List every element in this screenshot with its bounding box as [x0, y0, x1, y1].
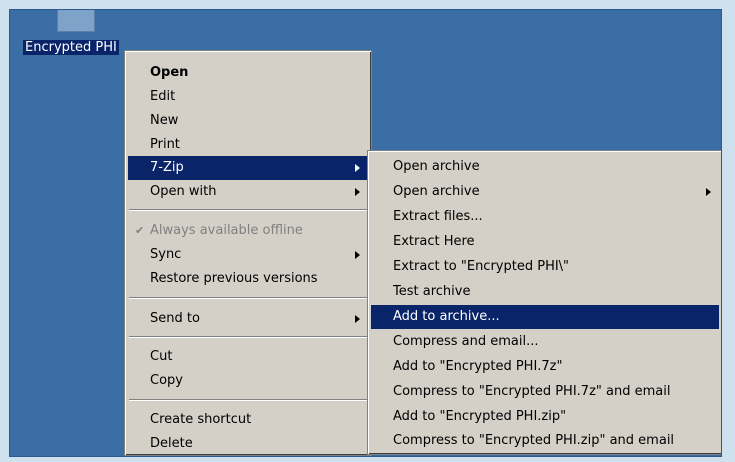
checkmark-icon: ✔: [135, 224, 145, 237]
submenu-arrow-icon: [355, 251, 360, 259]
menu-item-send-to[interactable]: Send to: [128, 307, 368, 331]
submenu-arrow-icon: [355, 315, 360, 323]
menu-item-7zip[interactable]: 7-Zip: [128, 156, 368, 180]
submenu-item-add-to-archive[interactable]: Add to archive...: [371, 305, 719, 329]
folder-icon[interactable]: [57, 10, 95, 32]
7zip-submenu: Open archive Open archive Extract files.…: [367, 150, 721, 455]
context-menu: Open Edit New Print 7-Zip Open with ✔ Alw…: [124, 50, 372, 456]
menu-item-edit[interactable]: Edit: [128, 85, 368, 109]
menu-separator: [129, 336, 367, 338]
submenu-item-extract-here[interactable]: Extract Here: [371, 230, 719, 254]
menu-item-new[interactable]: New: [128, 109, 368, 133]
submenu-item-open-archive-more[interactable]: Open archive: [371, 180, 719, 204]
submenu-item-extract-to[interactable]: Extract to "Encrypted PHI\": [371, 255, 719, 279]
menu-item-copy[interactable]: Copy: [128, 369, 368, 393]
screenshot-frame: Encrypted PHI Open Edit New Print 7-Zip …: [0, 0, 735, 462]
desktop: Encrypted PHI Open Edit New Print 7-Zip …: [9, 9, 722, 457]
menu-item-cut[interactable]: Cut: [128, 345, 368, 369]
desktop-icon-label[interactable]: Encrypted PHI: [23, 40, 119, 55]
menu-separator: [129, 209, 367, 211]
menu-item-delete[interactable]: Delete: [128, 432, 368, 456]
menu-separator: [129, 399, 367, 401]
menu-item-create-shortcut[interactable]: Create shortcut: [128, 408, 368, 432]
menu-item-offline: ✔ Always available offline: [128, 219, 368, 243]
submenu-item-test-archive[interactable]: Test archive: [371, 280, 719, 304]
submenu-item-compress-and-email[interactable]: Compress and email...: [371, 330, 719, 354]
submenu-item-extract-files[interactable]: Extract files...: [371, 205, 719, 229]
menu-item-open[interactable]: Open: [128, 61, 368, 85]
submenu-arrow-icon: [706, 188, 711, 196]
menu-separator: [129, 297, 367, 299]
submenu-item-compress-zip-email[interactable]: Compress to "Encrypted PHI.zip" and emai…: [371, 429, 719, 453]
submenu-arrow-icon: [355, 164, 360, 172]
menu-item-restore-previous-versions[interactable]: Restore previous versions: [128, 267, 368, 291]
submenu-item-add-to-7z[interactable]: Add to "Encrypted PHI.7z": [371, 355, 719, 379]
menu-item-sync[interactable]: Sync: [128, 243, 368, 267]
submenu-item-open-archive[interactable]: Open archive: [371, 155, 719, 179]
submenu-item-compress-7z-email[interactable]: Compress to "Encrypted PHI.7z" and email: [371, 380, 719, 404]
menu-item-print[interactable]: Print: [128, 133, 368, 157]
submenu-item-add-to-zip[interactable]: Add to "Encrypted PHI.zip": [371, 405, 719, 429]
submenu-arrow-icon: [355, 188, 360, 196]
menu-item-open-with[interactable]: Open with: [128, 180, 368, 204]
